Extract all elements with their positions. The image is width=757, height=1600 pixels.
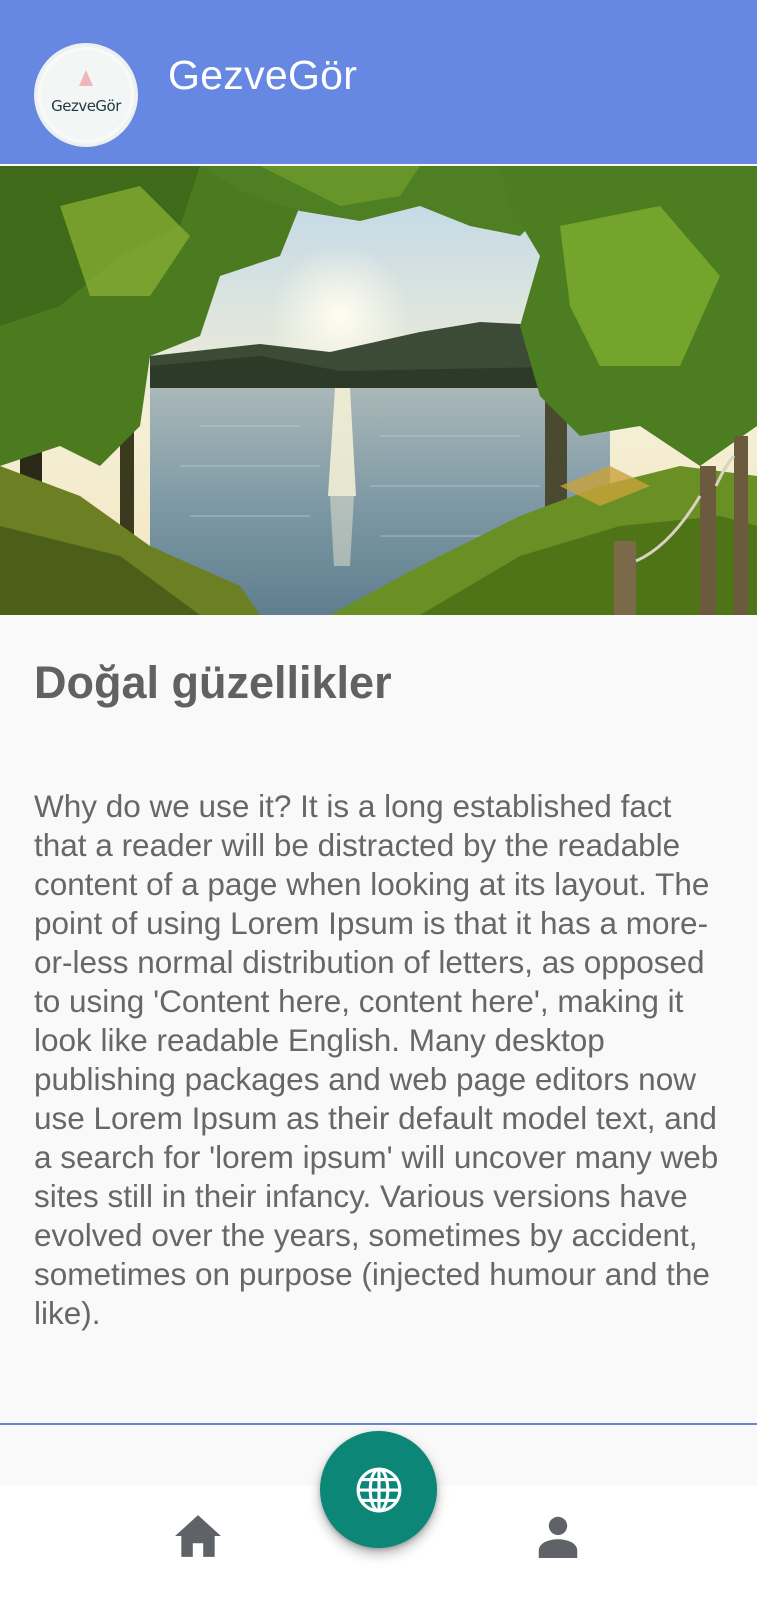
logo-text: GezveGör <box>51 97 121 115</box>
logo-ring <box>38 47 134 143</box>
globe-icon <box>356 1467 401 1512</box>
nav-profile-button[interactable] <box>528 1506 588 1566</box>
divider <box>0 1423 757 1425</box>
hero-image <box>0 166 757 615</box>
app-title: GezveGör <box>168 52 358 98</box>
person-icon <box>538 1516 578 1558</box>
nav-home-button[interactable] <box>168 1506 228 1566</box>
lake-landscape-image <box>0 166 757 615</box>
logo-mark-icon <box>79 70 93 86</box>
home-icon <box>175 1515 221 1557</box>
app-bar: GezveGör GezveGör <box>0 0 757 164</box>
article-content: Doğal güzellikler Why do we use it? It i… <box>0 615 757 1423</box>
explore-fab-button[interactable] <box>320 1431 437 1548</box>
article-title: Doğal güzellikler <box>34 657 392 708</box>
article-body: Why do we use it? It is a long establish… <box>34 788 719 1331</box>
app-logo[interactable]: GezveGör <box>34 43 138 147</box>
app-screen: GezveGör GezveGör Doğal güzellikler Why … <box>0 0 757 1600</box>
